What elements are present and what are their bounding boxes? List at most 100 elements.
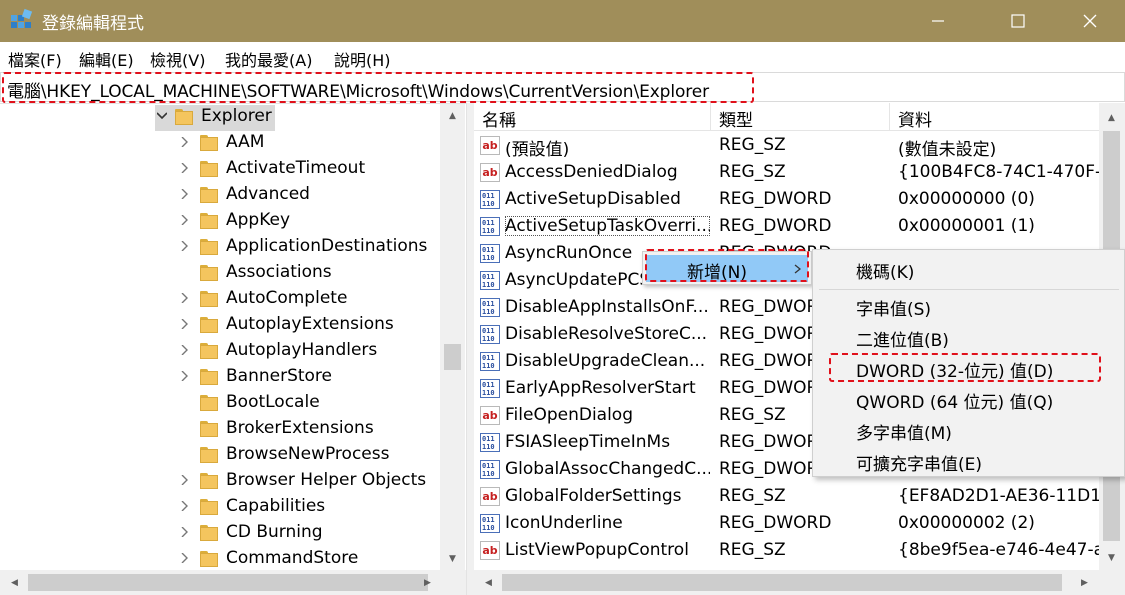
minimize-icon — [932, 20, 944, 22]
menu-help[interactable]: 說明(H) — [334, 47, 391, 71]
table-row[interactable]: ab (預設值) REG_SZ (數值未設定) — [474, 132, 1125, 160]
tree-item[interactable]: ActivateTimeout — [0, 157, 440, 183]
table-row[interactable]: 011 110 ActiveSetupTaskOverri... REG_DWORD 0… — [474, 213, 1125, 240]
folder-icon — [200, 343, 218, 359]
folder-icon — [200, 135, 218, 151]
scroll-up-arrow-icon[interactable]: ▲ — [444, 107, 461, 124]
address-highlight — [2, 72, 754, 103]
tree-item-label: BrowseNewProcess — [226, 444, 390, 464]
folder-icon — [200, 525, 218, 541]
string-value-icon: ab — [480, 541, 500, 560]
scroll-left-arrow-icon[interactable]: ◀ — [480, 574, 497, 591]
key-tree[interactable]: Explorer AAM ActivateTimeout Advanced AppKe… — [0, 103, 466, 570]
tree-item[interactable]: BannerStore — [0, 365, 440, 391]
chevron-right-icon[interactable] — [180, 137, 190, 147]
tree-item-label: AutoplayHandlers — [226, 340, 378, 360]
svg-text:110: 110 — [482, 227, 495, 235]
svg-text:011: 011 — [482, 516, 495, 524]
chevron-right-icon[interactable] — [180, 163, 190, 173]
svg-text:110: 110 — [482, 470, 495, 478]
menu-edit[interactable]: 編輯(E) — [79, 47, 134, 71]
tree-item[interactable]: Associations — [0, 261, 440, 287]
tree-horizontal-scrollbar[interactable]: ◀ ▶ — [0, 570, 466, 595]
folder-icon — [200, 317, 218, 333]
column-data[interactable]: 資料 — [898, 106, 932, 131]
scroll-thumb[interactable] — [28, 574, 428, 591]
chevron-down-icon[interactable] — [157, 111, 167, 121]
chevron-right-icon[interactable] — [180, 345, 190, 355]
column-name[interactable]: 名稱 — [482, 106, 516, 131]
tree-item[interactable]: BrowseNewProcess — [0, 443, 440, 469]
menu-item-key[interactable]: 機碼(K) — [856, 258, 914, 283]
menu-item-expandable-string-value[interactable]: 可擴充字串值(E) — [856, 450, 982, 475]
tree-item[interactable]: AutoplayHandlers — [0, 339, 440, 365]
chevron-right-icon[interactable] — [180, 293, 190, 303]
table-row[interactable]: 011 110 IconUnderline REG_DWORD 0x00000002 (… — [474, 510, 1125, 537]
value-data: (數值未設定) — [898, 140, 997, 160]
menu-item-multi-string-value[interactable]: 多字串值(M) — [856, 419, 952, 444]
tree-item-label: BannerStore — [226, 366, 333, 386]
tree-item-explorer[interactable]: Explorer — [155, 105, 275, 131]
menu-file[interactable]: 檔案(F) — [8, 47, 62, 71]
table-row[interactable]: ab AccessDeniedDialog REG_SZ {100B4FC8-74C1… — [474, 159, 1125, 186]
tree-vertical-scrollbar[interactable]: ▲ ▼ — [440, 104, 465, 570]
menu-item-qword-value[interactable]: QWORD (64 位元) 值(Q) — [856, 388, 1053, 413]
value-name: AccessDeniedDialog — [505, 162, 678, 182]
scroll-thumb[interactable] — [502, 574, 1062, 591]
tree-item[interactable]: Capabilities — [0, 495, 440, 521]
chevron-right-icon[interactable] — [180, 553, 190, 563]
tree-item[interactable]: BootLocale — [0, 391, 440, 417]
chevron-right-icon[interactable] — [180, 215, 190, 225]
scroll-down-arrow-icon[interactable]: ▼ — [444, 550, 461, 567]
column-divider[interactable] — [889, 103, 890, 131]
menu-item-string-value[interactable]: 字串值(S) — [856, 295, 931, 320]
scroll-down-arrow-icon[interactable]: ▼ — [1103, 549, 1120, 566]
chevron-right-icon[interactable] — [180, 527, 190, 537]
chevron-right-icon[interactable] — [180, 241, 190, 251]
close-button[interactable] — [1058, 0, 1122, 42]
tree-item[interactable]: AutoComplete — [0, 287, 440, 313]
menu-view[interactable]: 檢視(V) — [150, 47, 205, 71]
scroll-up-arrow-icon[interactable]: ▲ — [1103, 109, 1120, 126]
scroll-thumb[interactable] — [444, 344, 461, 370]
scroll-right-arrow-icon[interactable]: ▶ — [419, 574, 436, 591]
value-name: ActiveSetupDisabled — [505, 189, 681, 209]
svg-text:011: 011 — [482, 327, 495, 335]
svg-text:011: 011 — [482, 273, 495, 281]
tree-item[interactable]: Browser Helper Objects — [0, 469, 440, 495]
list-header: 名稱 類型 資料 — [474, 103, 1125, 131]
chevron-right-icon[interactable] — [180, 475, 190, 485]
menu-item-binary-value[interactable]: 二進位值(B) — [856, 326, 949, 351]
column-type[interactable]: 類型 — [719, 106, 753, 131]
chevron-right-icon[interactable] — [180, 501, 190, 511]
table-row[interactable]: ab GlobalFolderSettings REG_SZ {EF8AD2D1-AE… — [474, 483, 1125, 510]
table-row[interactable]: ab ListViewPopupControl REG_SZ {8be9f5ea-e7… — [474, 537, 1125, 564]
table-row[interactable]: 011 110 ActiveSetupDisabled REG_DWORD 0x0000… — [474, 186, 1125, 213]
pane-splitter[interactable] — [466, 103, 474, 595]
column-divider[interactable] — [710, 103, 711, 131]
maximize-icon — [1011, 14, 1025, 28]
string-value-icon: ab — [480, 136, 500, 155]
list-horizontal-scrollbar[interactable]: ◀ ▶ — [474, 570, 1125, 595]
chevron-right-icon[interactable] — [180, 319, 190, 329]
value-name: EarlyAppResolverStart — [505, 378, 696, 398]
tree-item-label: Explorer — [201, 106, 272, 126]
tree-item[interactable]: ApplicationDestinations — [0, 235, 440, 261]
tree-item[interactable]: AAM — [0, 131, 440, 157]
chevron-right-icon[interactable] — [180, 371, 190, 381]
chevron-right-icon[interactable] — [180, 189, 190, 199]
value-name: DisableUpgradeClean... — [505, 351, 706, 371]
tree-item[interactable]: AppKey — [0, 209, 440, 235]
menu-favorites[interactable]: 我的最愛(A) — [225, 47, 312, 71]
tree-item[interactable]: CommandStore — [0, 547, 440, 570]
maximize-button[interactable] — [986, 0, 1050, 42]
tree-item[interactable]: CD Burning — [0, 521, 440, 547]
tree-item[interactable]: BrokerExtensions — [0, 417, 440, 443]
scroll-left-arrow-icon[interactable]: ◀ — [6, 574, 23, 591]
svg-text:011: 011 — [482, 354, 495, 362]
scroll-right-arrow-icon[interactable]: ▶ — [1076, 574, 1093, 591]
tree-item[interactable]: AutoplayExtensions — [0, 313, 440, 339]
value-data: {8be9f5ea-e746-4e47-a — [898, 540, 1105, 560]
minimize-button[interactable] — [906, 0, 970, 42]
tree-item[interactable]: Advanced — [0, 183, 440, 209]
